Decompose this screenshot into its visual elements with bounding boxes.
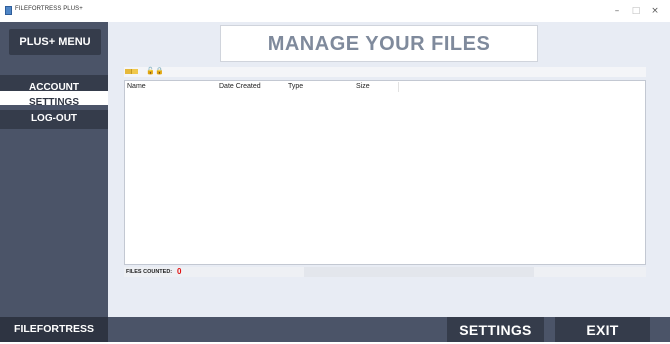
sidebar-item-settings[interactable]: SETTINGS bbox=[0, 91, 108, 105]
folder-open-icon[interactable] bbox=[131, 69, 138, 74]
app-icon bbox=[5, 6, 12, 15]
menu-header: PLUS+ MENU bbox=[9, 29, 101, 55]
sidebar-item-label: LOG-OUT bbox=[30, 113, 78, 124]
column-header-type[interactable]: Type bbox=[288, 83, 303, 90]
lock-icon[interactable]: 🔒 bbox=[155, 68, 164, 75]
minimize-button[interactable]: – bbox=[610, 4, 624, 18]
sidebar-item-label: ACCOUNT bbox=[29, 82, 79, 91]
files-counted-value: 0 bbox=[177, 267, 182, 276]
sidebar-item-label: SETTINGS bbox=[28, 97, 79, 105]
brand-label: FILEFORTRESS bbox=[0, 317, 108, 342]
footer: FILEFORTRESS SETTINGS EXIT bbox=[0, 317, 670, 342]
page-title: MANAGE YOUR FILES bbox=[220, 25, 538, 62]
column-header-size[interactable]: Size bbox=[356, 83, 370, 90]
sidebar-item-logout[interactable]: LOG-OUT bbox=[0, 110, 108, 129]
column-header-name[interactable]: Name bbox=[127, 83, 146, 90]
toolbar: 🔓 🔒 bbox=[124, 67, 646, 77]
close-button[interactable]: × bbox=[648, 4, 662, 18]
progress-track bbox=[304, 267, 534, 277]
maximize-button[interactable]: □ bbox=[629, 4, 643, 18]
sidebar: PLUS+ MENU ACCOUNT SETTINGS LOG-OUT bbox=[0, 22, 108, 317]
lock-open-icon[interactable]: 🔓 bbox=[146, 68, 155, 75]
status-bar: FILES COUNTED: 0 bbox=[124, 267, 646, 277]
main-panel: MANAGE YOUR FILES 🔓 🔒 Name Date Created … bbox=[108, 22, 670, 317]
file-list[interactable]: Name Date Created Type Size bbox=[124, 80, 646, 265]
files-counted-label: FILES COUNTED: bbox=[126, 269, 173, 275]
settings-button[interactable]: SETTINGS bbox=[447, 317, 544, 342]
sidebar-item-account[interactable]: ACCOUNT bbox=[0, 75, 108, 91]
column-header-date-created[interactable]: Date Created bbox=[219, 83, 261, 90]
exit-button[interactable]: EXIT bbox=[555, 317, 650, 342]
column-divider bbox=[398, 82, 399, 92]
window-title: FILEFORTRESS PLUS+ bbox=[15, 6, 83, 12]
title-bar: FILEFORTRESS PLUS+ – □ × bbox=[0, 0, 670, 22]
